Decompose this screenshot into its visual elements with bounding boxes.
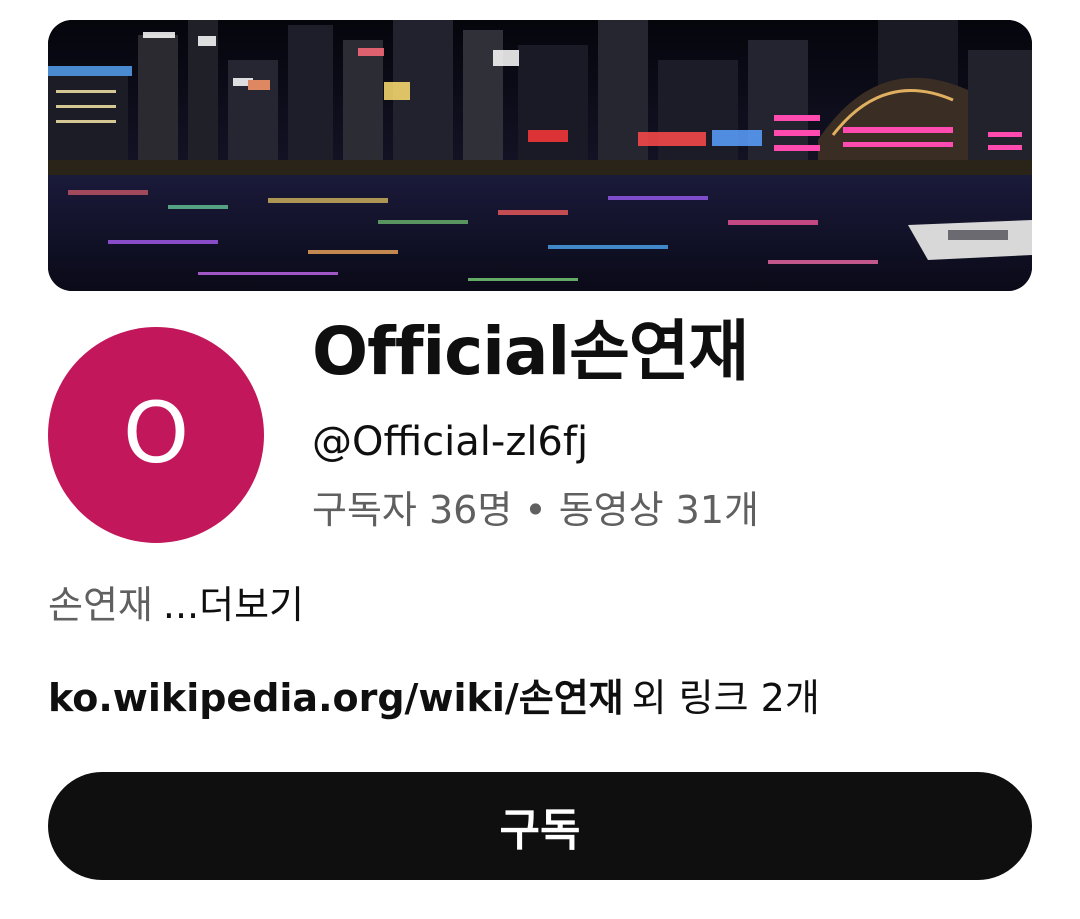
video-count: 동영상 31개: [558, 488, 759, 532]
description-text: 손연재: [48, 583, 153, 627]
channel-description[interactable]: 손연재 ...더보기: [48, 583, 304, 629]
channel-handle: @Official-zl6fj: [312, 419, 589, 465]
subscriber-count: 구독자 36명: [312, 488, 513, 532]
channel-name: Official손연재: [312, 313, 749, 390]
channel-stats: 구독자 36명 • 동영상 31개: [312, 488, 759, 534]
channel-links[interactable]: ko.wikipedia.org/wiki/손연재 외 링크 2개: [48, 676, 820, 722]
subscribe-button[interactable]: 구독: [48, 772, 1032, 880]
stats-separator: •: [524, 488, 547, 532]
channel-header: O Official손연재 @Official-zl6fj 구독자 36명 • …: [0, 0, 1080, 919]
avatar-initial: O: [122, 384, 190, 482]
extra-links-label[interactable]: 외 링크 2개: [632, 676, 820, 720]
channel-avatar[interactable]: O: [48, 327, 264, 543]
primary-link[interactable]: ko.wikipedia.org/wiki/손연재: [48, 676, 624, 720]
more-link[interactable]: ...더보기: [163, 583, 304, 627]
channel-banner-image: [48, 20, 1032, 291]
